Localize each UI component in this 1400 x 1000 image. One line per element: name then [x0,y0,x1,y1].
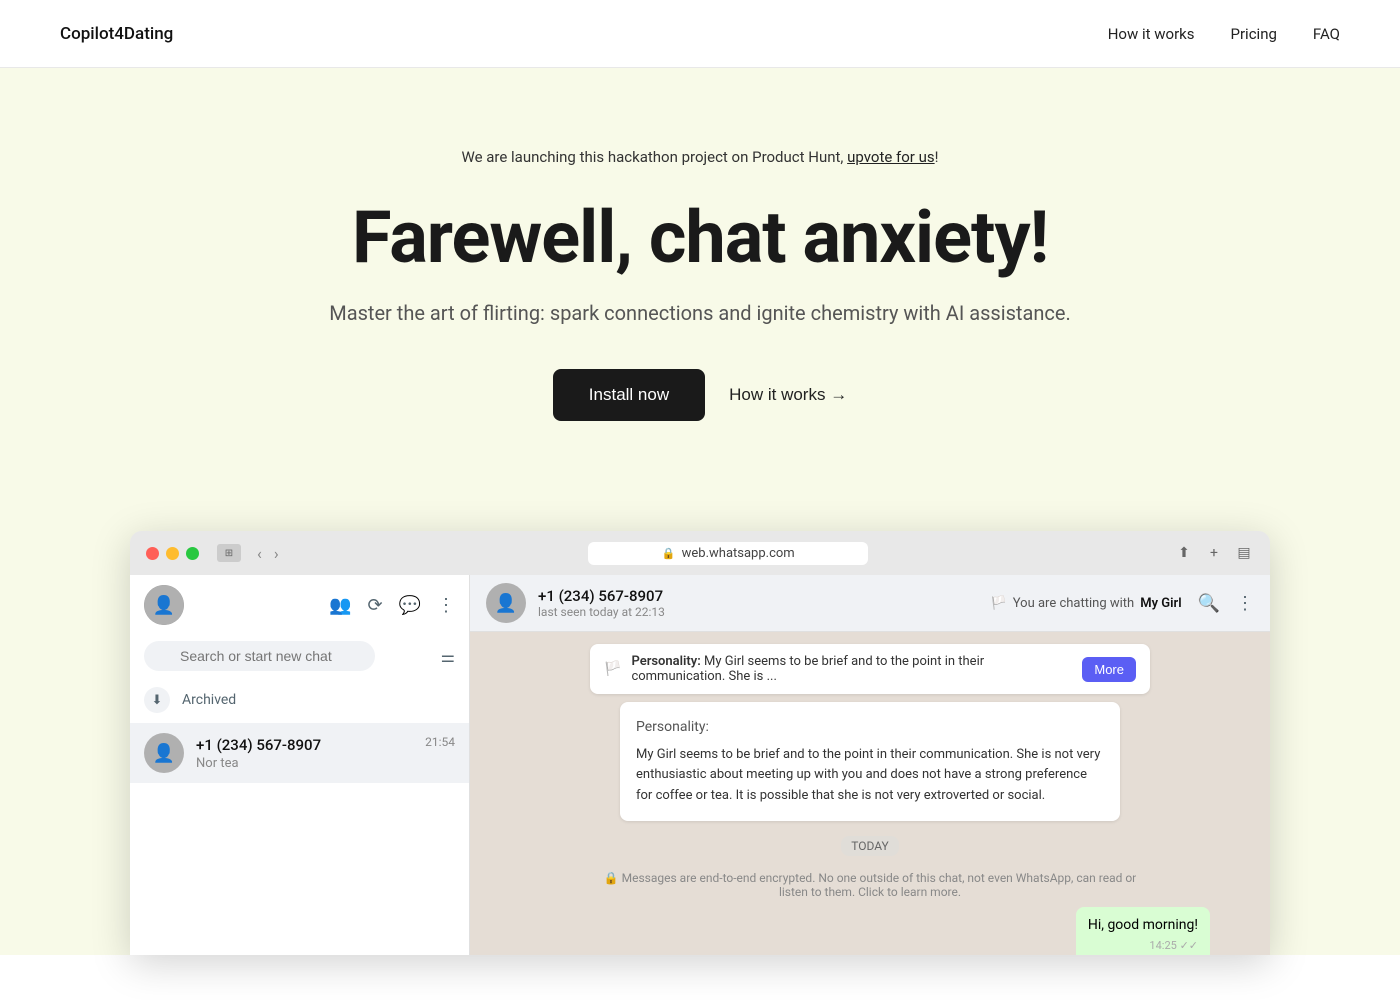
chat-time: 21:54 [425,735,455,749]
browser-window: ⊞ ‹ › 🔒 web.whatsapp.com ⬆ + ▤ [130,531,1270,955]
contact-chat-avatar: 👤 [486,583,526,623]
chat-area: 👤 +1 (234) 567-8907 last seen today at 2… [470,575,1270,955]
personality-card-title: Personality: [636,716,1104,738]
ai-personality-banner: 🏳️ Personality: My Girl seems to be brie… [590,644,1150,694]
search-bar: 🔍 ⚌ [130,635,469,677]
install-now-button[interactable]: Install now [553,369,705,421]
traffic-light-yellow[interactable] [166,547,179,560]
more-options-icon[interactable]: ⋮ [1236,593,1254,614]
community-icon[interactable]: 👥 [329,595,351,616]
personality-card-text: My Girl seems to be brief and to the poi… [636,745,1104,807]
product-hunt-link[interactable]: upvote for us [847,148,935,166]
avatar-placeholder: 👤 [144,585,184,625]
nav-faq[interactable]: FAQ [1313,25,1340,43]
chat-list-item[interactable]: 👤 +1 (234) 567-8907 Nor tea 21:54 [130,723,469,783]
nav-logo[interactable]: Copilot4Dating [60,24,173,44]
filter-icon[interactable]: ⚌ [441,647,455,666]
status-icon[interactable]: ⟳ [367,595,382,616]
contact-name: +1 (234) 567-8907 [538,587,665,605]
chatting-name: My Girl [1140,596,1181,611]
window-tile-icon[interactable]: ⊞ [217,544,241,562]
sidebar-header: 👤 👥 ⟳ 💬 ⋮ [130,575,469,635]
contact-info: +1 (234) 567-8907 last seen today at 22:… [538,587,665,619]
chat-info: +1 (234) 567-8907 Nor tea [196,736,413,771]
flag-icon: 🏳️ [991,596,1007,611]
lock-icon: 🔒 [662,547,676,560]
browser-mockup-wrapper: ⊞ ‹ › 🔒 web.whatsapp.com ⬆ + ▤ [0,491,1400,955]
msg-out-text: Hi, good morning! [1088,917,1198,933]
contact-status: last seen today at 22:13 [538,605,665,619]
search-wrap: 🔍 [144,641,433,671]
chat-preview: Nor tea [196,756,413,771]
browser-right-icons: ⬆ + ▤ [1174,543,1254,563]
hero-subtitle: Master the art of flirting: spark connec… [40,301,1360,325]
hero-title: Farewell, chat anxiety! [40,198,1360,277]
archived-label: Archived [182,692,236,708]
whatsapp-ui: 👤 👥 ⟳ 💬 ⋮ 🔍 ⚌ [130,575,1270,955]
address-bar[interactable]: 🔒 web.whatsapp.com [588,542,868,565]
sidebar-header-icons: 👥 ⟳ 💬 ⋮ [329,595,455,616]
nav-links: How it works Pricing FAQ [1108,24,1340,43]
how-it-works-button[interactable]: How it works → [729,385,847,405]
archived-icon: ⬇ [144,687,170,713]
whatsapp-sidebar: 👤 👥 ⟳ 💬 ⋮ 🔍 ⚌ [130,575,470,955]
user-avatar[interactable]: 👤 [144,585,184,625]
search-input[interactable] [144,641,375,671]
date-chip: TODAY [841,836,899,856]
back-arrow[interactable]: ‹ [253,544,266,563]
share-icon[interactable]: ⬆ [1174,543,1194,563]
chat-header-right: 🏳️ You are chatting with My Girl 🔍 ⋮ [991,593,1254,614]
chatting-with-badge: 🏳️ You are chatting with My Girl [991,596,1182,611]
messages-area: 🏳️ Personality: My Girl seems to be brie… [470,632,1270,955]
chat-header-left: 👤 +1 (234) 567-8907 last seen today at 2… [486,583,665,623]
outgoing-message: Hi, good morning! 14:25 ✓✓ [1076,907,1210,955]
msg-out-ticks: ✓✓ [1180,939,1198,952]
more-button[interactable]: More [1082,657,1136,682]
chat-name: +1 (234) 567-8907 [196,736,413,754]
navbar: Copilot4Dating How it works Pricing FAQ [0,0,1400,68]
address-bar-wrap: 🔒 web.whatsapp.com [295,542,1162,565]
personality-card: Personality: My Girl seems to be brief a… [620,702,1120,821]
msg-out-time: 14:25 [1149,939,1176,952]
ai-banner-icon: 🏳️ [604,661,621,677]
forward-arrow[interactable]: › [270,544,283,563]
traffic-light-green[interactable] [186,547,199,560]
chatting-label: You are chatting with [1013,596,1134,611]
traffic-light-red[interactable] [146,547,159,560]
ai-banner-text: Personality: My Girl seems to be brief a… [631,654,1072,684]
contact-avatar: 👤 [144,733,184,773]
address-text: web.whatsapp.com [682,546,795,561]
traffic-lights [146,547,199,560]
encrypted-notice[interactable]: 🔒 Messages are end-to-end encrypted. No … [590,871,1150,899]
chat-header-icons: 🔍 ⋮ [1198,593,1254,614]
window-control-buttons: ⊞ [217,544,241,562]
nav-pricing[interactable]: Pricing [1231,25,1277,43]
menu-icon[interactable]: ⋮ [437,595,455,616]
date-divider: TODAY [530,839,1210,853]
chat-header: 👤 +1 (234) 567-8907 last seen today at 2… [470,575,1270,632]
hero-buttons: Install now How it works → [40,369,1360,421]
hero-announcement: We are launching this hackathon project … [40,148,1360,166]
search-chat-icon[interactable]: 🔍 [1198,593,1220,614]
new-tab-icon[interactable]: + [1204,543,1224,563]
nav-arrows: ‹ › [253,544,283,563]
archived-item[interactable]: ⬇ Archived [130,677,469,723]
hero-section: We are launching this hackathon project … [0,68,1400,491]
new-chat-icon[interactable]: 💬 [399,595,421,616]
nav-how-it-works[interactable]: How it works [1108,25,1195,43]
ai-banner-label: Personality: [631,654,700,669]
msg-out-meta: 14:25 ✓✓ [1088,938,1198,955]
sidebar-icon[interactable]: ▤ [1234,543,1254,563]
browser-chrome-bar: ⊞ ‹ › 🔒 web.whatsapp.com ⬆ + ▤ [130,531,1270,575]
